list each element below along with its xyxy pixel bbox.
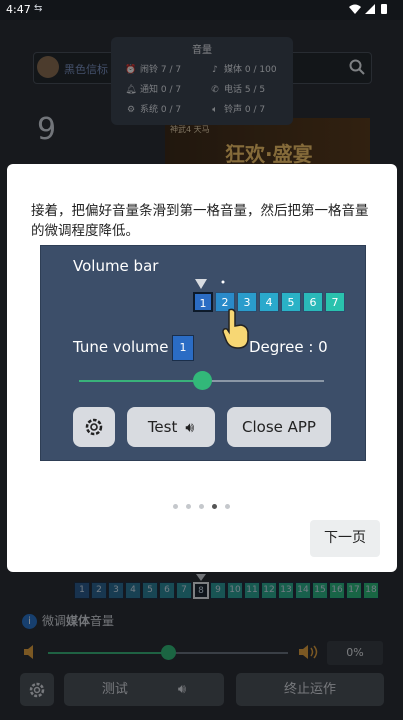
demo-test-button: Test 🔊︎ xyxy=(127,407,215,447)
demo-volume-cell: 6 xyxy=(303,292,323,312)
demo-volume-cell: 7 xyxy=(325,292,345,312)
speaker-icon: 🔊︎ xyxy=(185,420,195,436)
page-dot xyxy=(186,504,191,509)
volume-bar-label: Volume bar xyxy=(73,257,159,275)
demo-slider-knob xyxy=(192,371,212,390)
page-indicator xyxy=(173,494,238,513)
signal-icon xyxy=(365,4,375,14)
demo-close-button: Close APP xyxy=(227,407,331,447)
gear-icon xyxy=(85,418,103,436)
tune-volume-label: Tune volume xyxy=(73,338,169,356)
status-bar: 4:47 ⇆ xyxy=(0,0,403,20)
tune-volume-value: 1 xyxy=(172,335,194,361)
degree-label: Degree : 0 xyxy=(249,338,328,356)
page-dot xyxy=(212,504,217,509)
demo-volume-cell: 5 xyxy=(281,292,301,312)
usb-icon: ⇆ xyxy=(34,3,43,14)
status-icons xyxy=(347,3,397,18)
demo-volume-cell: 1 xyxy=(193,292,213,312)
demo-image: Volume bar 1234567 Tune volume 1 Degree … xyxy=(40,245,366,461)
demo-settings-button xyxy=(73,407,115,447)
pointer-marker-icon xyxy=(195,279,225,289)
next-page-button[interactable]: 下一页 xyxy=(310,520,380,557)
page-dot xyxy=(225,504,230,509)
battery-icon xyxy=(381,4,387,14)
wifi-icon xyxy=(349,4,361,14)
instruction-text: 接着，把偏好音量条滑到第一格音量，然后把第一格音量的微调程度降低。 xyxy=(31,203,369,239)
demo-slider-fill xyxy=(79,380,202,382)
clock: 4:47 xyxy=(6,3,31,16)
demo-volume-bar: 1234567 xyxy=(193,292,345,314)
page-dot xyxy=(173,504,178,509)
tutorial-dialog: 接着，把偏好音量条滑到第一格音量，然后把第一格音量的微调程度降低。 Volume… xyxy=(7,164,397,572)
page-dot xyxy=(199,504,204,509)
demo-volume-cell: 4 xyxy=(259,292,279,312)
